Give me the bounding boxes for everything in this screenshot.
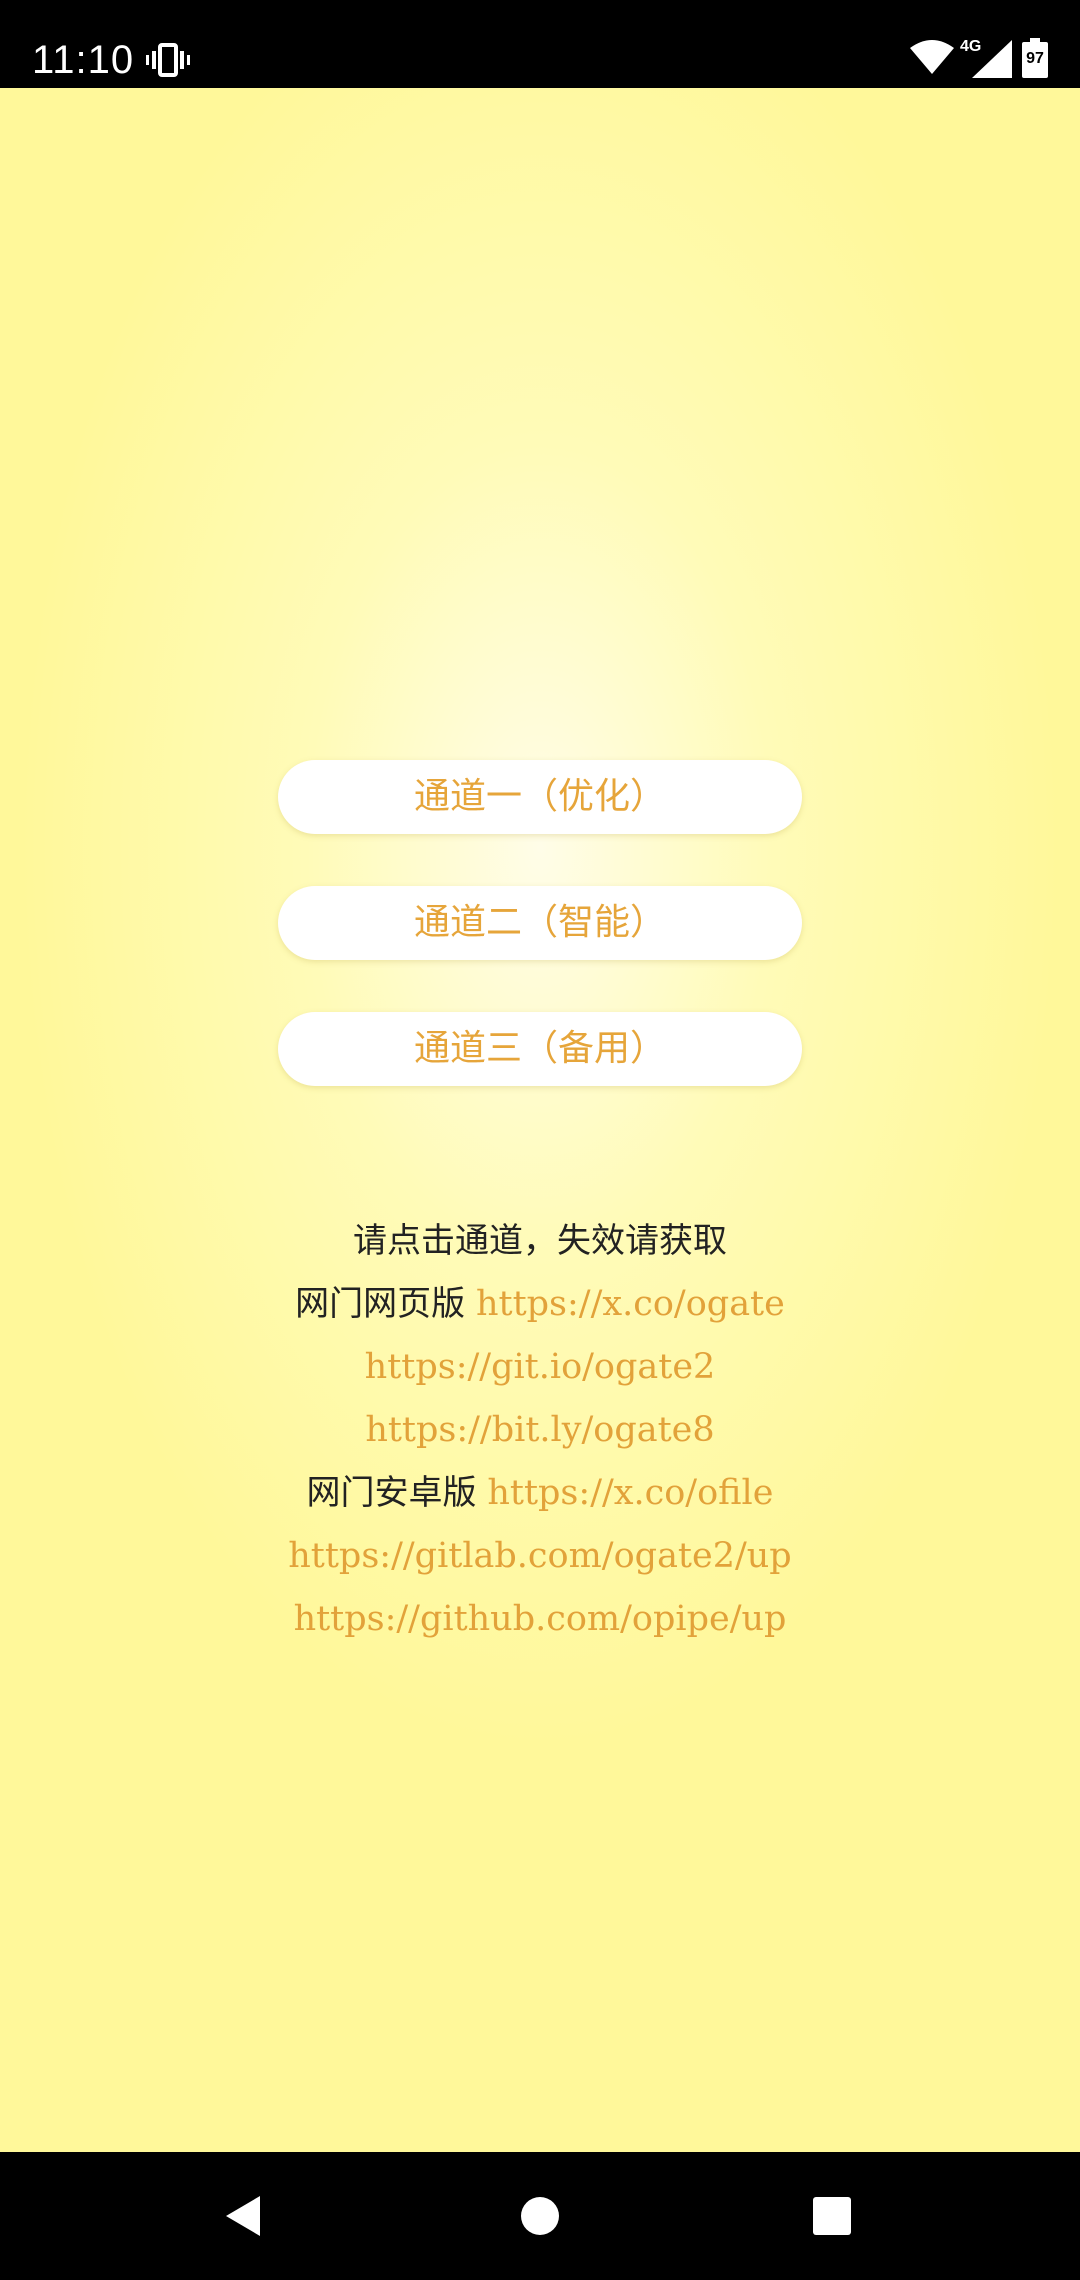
android-link-2[interactable]: https://gitlab.com/ogate2/up	[288, 1536, 791, 1576]
info-section: 请点击通道，失效请获取 网门网页版 https://x.co/ogate htt…	[0, 1210, 1080, 1651]
wifi-icon	[910, 40, 954, 74]
home-icon[interactable]	[520, 2196, 560, 2236]
web-link-1[interactable]: https://x.co/ogate	[476, 1284, 785, 1324]
instruction-line: 请点击通道，失效请获取	[0, 1210, 1080, 1273]
main-content: 通道一（优化） 通道二（智能） 通道三（备用） 请点击通道，失效请获取 网门网页…	[0, 88, 1080, 2152]
phone-screen: 11:10 4G 97 通道一（优化） 通道二（智能） 通道三（备用） 请点击通…	[0, 0, 1080, 2280]
android-link-3-line: https://github.com/opipe/up	[0, 1588, 1080, 1651]
android-link-3[interactable]: https://github.com/opipe/up	[294, 1599, 787, 1639]
android-version-label: 网门安卓版	[306, 1473, 477, 1513]
web-version-line: 网门网页版 https://x.co/ogate	[0, 1273, 1080, 1336]
status-bar: 11:10 4G 97	[0, 0, 1080, 88]
web-link-2[interactable]: https://git.io/ogate2	[365, 1347, 716, 1387]
android-version-line: 网门安卓版 https://x.co/ofile	[0, 1462, 1080, 1525]
signal-icon	[972, 40, 1012, 78]
channel-3-button[interactable]: 通道三（备用）	[278, 1012, 802, 1086]
back-icon[interactable]	[220, 2192, 268, 2240]
battery-level: 97	[1026, 50, 1044, 67]
android-link-1[interactable]: https://x.co/ofile	[487, 1473, 773, 1513]
web-link-3[interactable]: https://bit.ly/ogate8	[365, 1410, 714, 1450]
instruction-text: 请点击通道，失效请获取	[353, 1221, 727, 1261]
channel-1-button[interactable]: 通道一（优化）	[278, 760, 802, 834]
android-link-2-line: https://gitlab.com/ogate2/up	[0, 1525, 1080, 1588]
status-time: 11:10	[32, 38, 135, 82]
web-link-2-line: https://git.io/ogate2	[0, 1336, 1080, 1399]
vibrate-icon	[146, 43, 190, 77]
navigation-bar	[0, 2152, 1080, 2280]
channel-2-button[interactable]: 通道二（智能）	[278, 886, 802, 960]
recents-icon[interactable]	[812, 2196, 852, 2236]
web-version-label: 网门网页版	[295, 1284, 466, 1324]
web-link-3-line: https://bit.ly/ogate8	[0, 1399, 1080, 1462]
